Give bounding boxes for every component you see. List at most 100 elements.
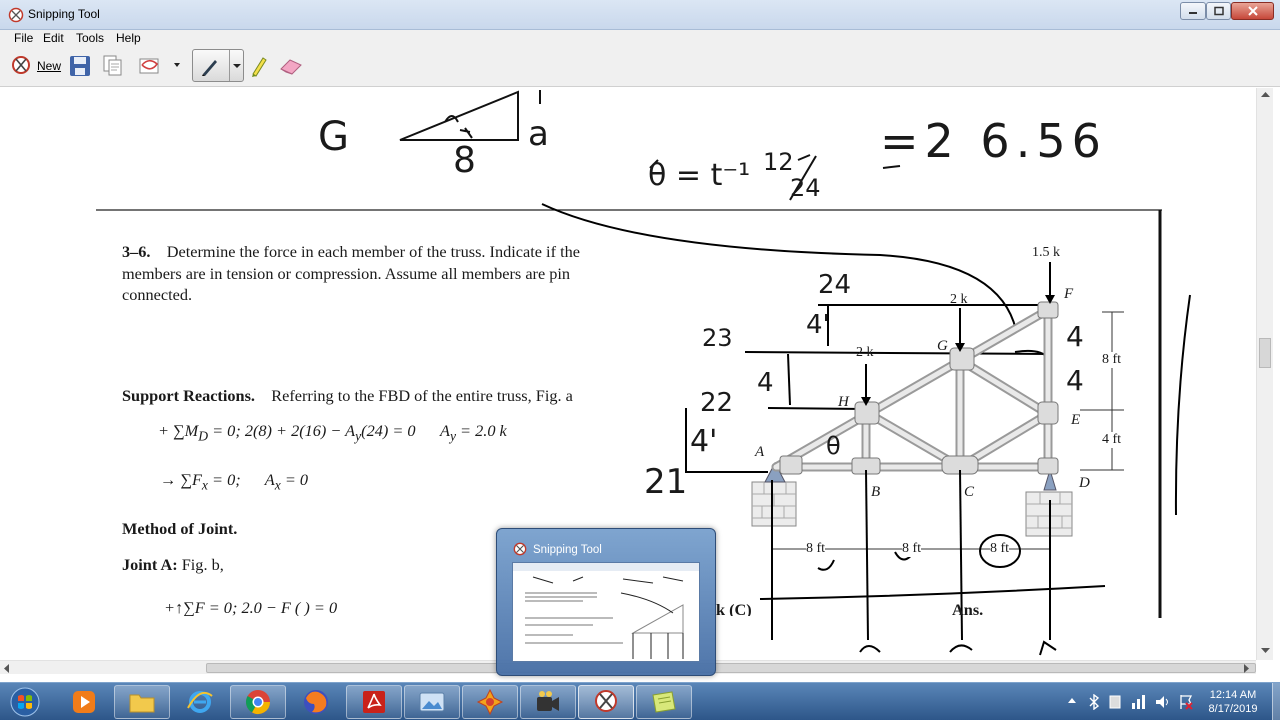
hw-a: a (528, 114, 549, 154)
pen-icon (202, 60, 217, 76)
joint-g-label: G (937, 338, 948, 354)
menu-tools[interactable]: Tools (76, 31, 104, 45)
taskbar-video-app[interactable] (520, 685, 576, 719)
support-intro: Referring to the FBD of the entire truss… (271, 386, 573, 405)
close-button[interactable] (1231, 2, 1274, 20)
folder-icon (129, 694, 155, 713)
pen-button[interactable] (192, 49, 244, 82)
maximize-icon (1213, 6, 1224, 16)
taskbar-notes-app[interactable] (636, 685, 692, 719)
tray-clock[interactable]: 12:14 AM 8/17/2019 (1200, 688, 1266, 716)
taskbar-internet-explorer[interactable] (172, 685, 228, 719)
tray-expand-icon[interactable] (1068, 697, 1076, 705)
action-center-icon[interactable] (1178, 693, 1194, 711)
taskbar-puzzle-app[interactable] (462, 685, 518, 719)
joint-a-fig: Fig. b, (181, 555, 224, 574)
span-3-label: 8 ft (990, 541, 1010, 557)
load-g-label: 2 k (950, 292, 968, 307)
menu-file[interactable]: File (14, 31, 33, 45)
bluetooth-icon[interactable] (1088, 694, 1100, 710)
highlighter-icon[interactable] (249, 54, 269, 78)
taskbar-firefox[interactable] (288, 685, 344, 719)
ans-tail: k (C) (716, 600, 752, 616)
taskbar-chrome[interactable] (230, 685, 286, 719)
chrome-icon (245, 690, 270, 715)
hw-right-4a: 4 (1066, 320, 1084, 353)
menu-help[interactable]: Help (116, 31, 141, 45)
joint-b-label: B (871, 484, 881, 500)
network-icon[interactable] (1130, 693, 1148, 711)
dim-8ft-label: 8 ft (1102, 352, 1122, 368)
load-h-label: 2 k (856, 345, 874, 360)
horizontal-scroll-thumb[interactable] (206, 663, 1256, 673)
eq2-ans-val: = 0 (284, 470, 309, 489)
joint-d-label: D (1079, 475, 1090, 491)
pen-stroke-curve (541, 203, 1017, 331)
joint-a-label-truss: A (755, 444, 765, 460)
taskbar-snipping-tool[interactable] (578, 685, 634, 719)
maximize-button[interactable] (1206, 2, 1231, 20)
eq2-lhs: ∑F (180, 470, 202, 489)
scroll-down-icon[interactable] (1261, 648, 1270, 654)
span-2-label: 8 ft (902, 541, 922, 557)
send-snip-icon[interactable] (137, 55, 163, 77)
hw-4b: 4 (757, 368, 774, 398)
puzzle-app-icon (476, 688, 504, 716)
scroll-right-icon[interactable] (1244, 664, 1250, 673)
scroll-up-icon[interactable] (1261, 92, 1270, 98)
eq2-rhs: = 0; (212, 470, 241, 489)
minimize-icon (1189, 12, 1197, 14)
problem-number: 3–6. (122, 242, 151, 261)
hw-result: =2 6.56 (880, 114, 1107, 168)
joint-a-label: Joint A: (122, 555, 178, 574)
pen-dropdown-icon[interactable] (232, 61, 242, 71)
title-bar: Snipping Tool (0, 0, 1280, 30)
new-button-label[interactable]: New (37, 59, 61, 73)
minimize-button[interactable] (1180, 2, 1206, 20)
eq2-ans: A (264, 470, 275, 489)
thumb-snipping-icon (513, 542, 527, 556)
hw-frac-num: 12 (763, 148, 794, 176)
hw-21: 21 (644, 462, 688, 502)
clock-date: 8/17/2019 (1208, 703, 1258, 715)
taskbar-file-explorer[interactable] (114, 685, 170, 719)
eq1-end: (24) = 0 (361, 421, 416, 440)
span-1-label: 8 ft (806, 541, 826, 557)
hw-right-4b: 4 (1066, 364, 1084, 397)
taskbar-media-player[interactable] (56, 685, 112, 719)
device-icon[interactable] (1108, 694, 1122, 710)
new-snip-icon[interactable] (10, 55, 34, 77)
hw-g: G (318, 114, 349, 160)
save-icon[interactable] (69, 55, 91, 77)
hw-23: 23 (702, 324, 733, 352)
taskbar-photo-viewer[interactable] (404, 685, 460, 719)
hw-4c: 4' (690, 424, 718, 459)
menu-bar: File Edit Tools Help (0, 30, 1280, 47)
toolbar: New (0, 47, 1280, 87)
show-desktop-button[interactable] (1272, 683, 1280, 720)
vertical-scroll-thumb[interactable] (1259, 338, 1271, 368)
eq1-sub: D (198, 428, 209, 444)
eq1-rhs: = 0; 2(8) + 2(16) − A (212, 421, 356, 440)
photo-viewer-icon (419, 692, 445, 712)
eraser-icon[interactable] (278, 56, 304, 76)
taskbar-thumbnail-preview[interactable]: Snipping Tool (496, 528, 716, 676)
start-button[interactable] (0, 685, 50, 719)
clock-time: 12:14 AM (1209, 689, 1257, 701)
joint-a-line: Joint A: Fig. b, (122, 555, 224, 575)
load-f-label: 1.5 k (1032, 245, 1060, 260)
hw-24: 24 (818, 270, 852, 300)
joint-c-label: C (964, 484, 975, 500)
pen-divider (229, 50, 230, 81)
taskbar-acrobat[interactable] (346, 685, 402, 719)
eq2-sub: x (201, 477, 208, 493)
send-dropdown-icon[interactable] (172, 60, 182, 70)
eq2-ans-sub: x (274, 477, 281, 493)
internet-explorer-icon (187, 691, 213, 713)
support-heading: Support Reactions. (122, 386, 255, 405)
volume-icon[interactable] (1154, 693, 1172, 711)
copy-icon[interactable] (103, 55, 123, 77)
menu-edit[interactable]: Edit (43, 31, 64, 45)
vertical-scrollbar[interactable] (1256, 88, 1273, 660)
scroll-left-icon[interactable] (4, 664, 10, 673)
